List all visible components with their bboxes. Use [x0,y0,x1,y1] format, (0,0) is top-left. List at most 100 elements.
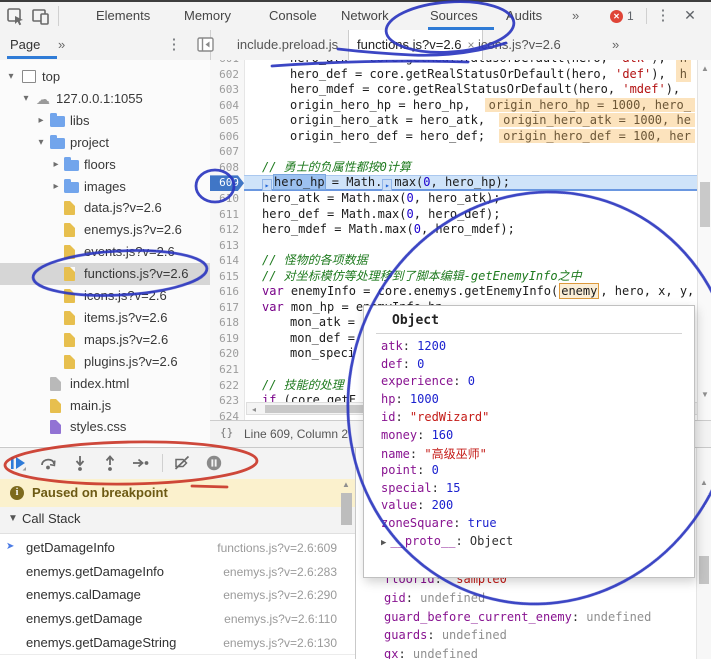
line-number[interactable]: 617 [210,300,244,316]
sidebar-item-127.0.0.1:1055[interactable]: ▾☁127.0.0.1:1055 [0,88,210,110]
tab-memory[interactable]: Memory [184,2,231,29]
pretty-print-icon[interactable]: {} [220,426,233,439]
scroll-up-arrow[interactable]: ▲ [698,64,711,73]
line-number[interactable]: 615 [210,269,244,285]
scope-variable-guards[interactable]: guards: undefined [384,628,507,642]
sidebar-item-icons.js?v=2.6[interactable]: icons.js?v=2.6 [0,285,210,307]
line-number[interactable]: 620 [210,346,244,362]
sidebar-item-libs[interactable]: ▸libs [0,110,210,132]
sidebar-item-index.html[interactable]: index.html [0,373,210,395]
line-number[interactable]: 611 [210,207,244,223]
resume-button[interactable] [8,453,30,475]
expand-icon[interactable]: ▶ [381,538,386,548]
code-text[interactable]: var enemyInfo = core.enemys.getEnemyInfo… [244,284,711,300]
scope-scrollbar[interactable]: ▲ [696,448,711,659]
inspect-cursor-icon[interactable] [6,7,28,27]
line-number[interactable]: 610 [210,191,244,207]
code-text[interactable]: // 勇士的负属性都按0计算 [244,160,711,176]
code-text[interactable]: ▸hero_hp = Math.▸max(0, hero_hp); [244,175,711,191]
sidebar-item-events.js?v=2.6[interactable]: events.js?v=2.6 [0,241,210,263]
sidebar-item-main.js[interactable]: main.js [0,395,210,417]
code-text[interactable]: // 对坐标模仿等处理移到了脚本编辑-getEnemyInfo之中 [244,269,711,285]
code-text[interactable]: origin_hero_atk = hero_atk,origin_hero_a… [244,113,711,129]
tab-network[interactable]: Network [341,2,389,29]
scroll-down-arrow[interactable]: ▼ [698,390,711,399]
sidebar-item-plugins.js?v=2.6[interactable]: plugins.js?v=2.6 [0,351,210,373]
navigator-menu-icon[interactable]: ⋮ [166,30,182,59]
tab-console[interactable]: Console [269,2,317,29]
sidebar-item-items.js?v=2.6[interactable]: items.js?v=2.6 [0,307,210,329]
sidebar-item-top[interactable]: ▾top [0,66,210,88]
line-number[interactable]: 607 [210,144,244,160]
editor-tab-functions.js?v=2.6[interactable]: functions.js?v=2.6× [348,30,483,60]
scrollbar-thumb[interactable] [699,556,709,584]
debugger-pane-scrollbar[interactable] [341,493,352,525]
line-number[interactable]: 616 [210,284,244,300]
code-text[interactable]: // 怪物的各项数据 [244,253,711,269]
hovered-variable[interactable]: enemy [559,283,599,299]
sidebar-item-functions.js?v=2.6[interactable]: functions.js?v=2.6 [0,263,210,285]
object-property-__proto__[interactable]: ▶__proto__: Object [381,534,513,548]
code-text[interactable]: hero_mdef = Math.max(0, hero_mdef); [244,222,711,238]
line-number[interactable]: 604 [210,98,244,114]
more-editor-tabs-chevron[interactable]: » [612,30,619,60]
line-number[interactable]: 606 [210,129,244,145]
code-text[interactable]: hero_def = core.getRealStatusOrDefault(h… [244,67,711,83]
line-number[interactable]: 623 [210,393,244,409]
line-number[interactable]: 605 [210,113,244,129]
sidebar-item-maps.js?v=2.6[interactable]: maps.js?v=2.6 [0,329,210,351]
chevron-right-icon[interactable]: ▸ [50,176,62,198]
step-over-button[interactable] [38,453,60,475]
code-text[interactable]: hero_atk = Math.max(0, hero_atk); [244,191,711,207]
chevron-right-icon[interactable]: ▸ [50,154,62,176]
chevron-down-icon[interactable]: ▾ [35,132,47,154]
scroll-left-arrow[interactable]: ◂ [247,405,261,414]
chevron-right-icon[interactable]: ▸ [35,110,47,132]
inline-step-marker-icon[interactable]: ▸ [262,179,272,191]
callstack-row-getDamageInfo[interactable]: ➤getDamageInfofunctions.js?v=2.6:609 [0,536,355,561]
scrollbar-thumb[interactable] [265,405,377,413]
callstack-row-enemys.getDamage[interactable]: enemys.getDamageenemys.js?v=2.6:110 [0,607,355,632]
tab-sources[interactable]: Sources [430,2,478,29]
sidebar-item-images[interactable]: ▸images [0,176,210,198]
tab-page[interactable]: Page [10,30,40,59]
kebab-menu-icon[interactable]: ⋮ [654,2,672,29]
chevron-down-icon[interactable]: ▾ [5,66,17,88]
line-number[interactable]: 622 [210,378,244,394]
code-text[interactable] [244,238,711,254]
scrollbar-thumb[interactable] [700,182,710,227]
sidebar-item-styles.css[interactable]: styles.css [0,416,210,438]
code-text[interactable]: hero_mdef = core.getRealStatusOrDefault(… [244,82,711,98]
device-toolbar-icon[interactable] [31,7,53,27]
error-badge[interactable]: ✕ 1 [610,9,634,23]
line-number[interactable]: 614 [210,253,244,269]
scope-variable-gid[interactable]: gid: undefined [384,591,485,605]
scope-variable-guard_before_current_enemy[interactable]: guard_before_current_enemy: undefined [384,610,651,624]
line-number[interactable]: 603 [210,82,244,98]
code-text[interactable]: origin_hero_def = hero_def;origin_hero_d… [244,129,711,145]
editor-tab-icons.js?v=2.6[interactable]: icons.js?v=2.6 [478,30,561,60]
line-number[interactable]: 608 [210,160,244,176]
tab-elements[interactable]: Elements [96,2,150,29]
line-number[interactable]: 624 [210,409,244,420]
editor-vertical-scrollbar[interactable]: ▲ ▼ [697,60,711,420]
step-out-button[interactable] [100,453,122,475]
line-number[interactable]: 621 [210,362,244,378]
scope-variable-gx[interactable]: gx: undefined [384,647,478,659]
line-number[interactable]: 602 [210,67,244,83]
close-tab-icon[interactable]: × [467,38,474,52]
pause-on-exceptions-button[interactable] [204,453,226,475]
inline-step-marker-icon[interactable]: ▸ [382,179,392,191]
line-number[interactable]: 613 [210,238,244,254]
callstack-row-enemys.getDamageInfo[interactable]: enemys.getDamageInfoenemys.js?v=2.6:283 [0,560,355,585]
sidebar-item-project[interactable]: ▾project [0,132,210,154]
line-number[interactable]: 619 [210,331,244,347]
code-text[interactable]: hero_def = Math.max(0, hero_def); [244,207,711,223]
step-button[interactable] [130,453,152,475]
chevron-down-icon[interactable]: ▾ [20,88,32,110]
step-into-button[interactable] [70,453,92,475]
sidebar-item-enemys.js?v=2.6[interactable]: enemys.js?v=2.6 [0,219,210,241]
breakpoint-line-number[interactable]: 609 [210,175,244,191]
line-number[interactable]: 612 [210,222,244,238]
line-number[interactable]: 618 [210,315,244,331]
